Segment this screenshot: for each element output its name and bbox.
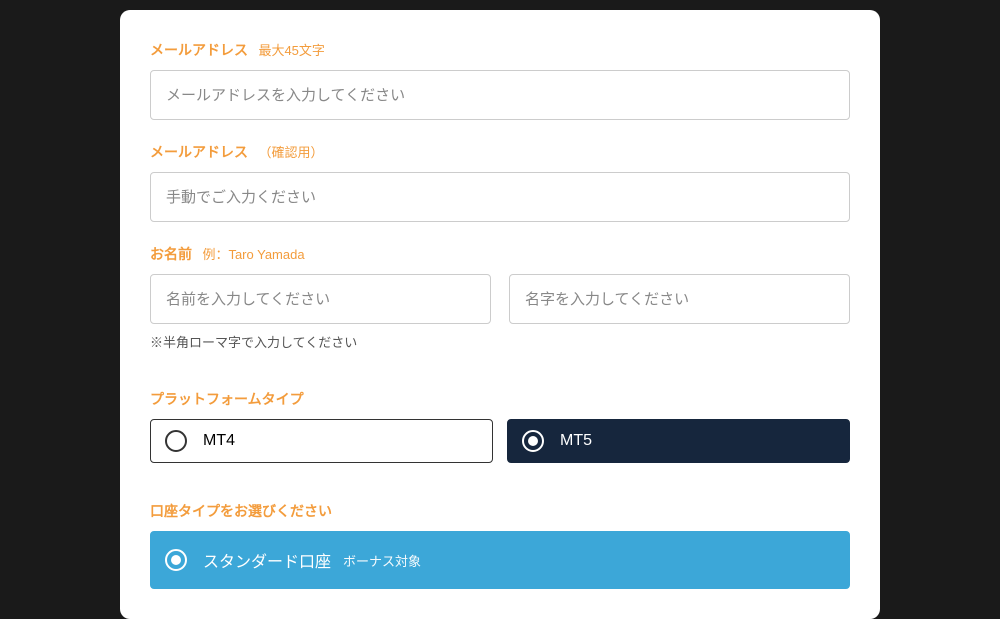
account-type-label: 口座タイプをお選びください bbox=[150, 503, 332, 519]
email-field-group: メールアドレス 最大45文字 bbox=[150, 40, 850, 120]
email-confirm-label-row: メールアドレス （確認用） bbox=[150, 142, 850, 162]
last-name-input[interactable] bbox=[509, 274, 850, 324]
radio-icon bbox=[165, 430, 187, 452]
name-label: お名前 bbox=[150, 246, 192, 262]
platform-option-label: MT5 bbox=[560, 432, 592, 450]
account-option-sub: ボーナス対象 bbox=[343, 551, 421, 570]
name-label-row: お名前 例：Taro Yamada bbox=[150, 244, 850, 264]
email-label: メールアドレス bbox=[150, 42, 248, 58]
platform-label-row: プラットフォームタイプ bbox=[150, 389, 850, 409]
email-confirm-label: メールアドレス bbox=[150, 144, 248, 160]
email-confirm-field-group: メールアドレス （確認用） bbox=[150, 142, 850, 222]
account-option-label: スタンダード口座 bbox=[203, 548, 331, 572]
first-name-input[interactable] bbox=[150, 274, 491, 324]
email-confirm-input[interactable] bbox=[150, 172, 850, 222]
platform-label: プラットフォームタイプ bbox=[150, 391, 304, 407]
email-input[interactable] bbox=[150, 70, 850, 120]
account-type-field-group: 口座タイプをお選びください スタンダード口座 ボーナス対象 bbox=[150, 501, 850, 589]
radio-icon bbox=[165, 549, 187, 571]
account-type-radio-row: スタンダード口座 ボーナス対象 bbox=[150, 531, 850, 589]
platform-option-mt5[interactable]: MT5 bbox=[507, 419, 850, 463]
account-type-label-row: 口座タイプをお選びください bbox=[150, 501, 850, 521]
registration-form-card: メールアドレス 最大45文字 メールアドレス （確認用） お名前 例：Taro … bbox=[120, 10, 880, 619]
radio-icon bbox=[522, 430, 544, 452]
platform-radio-row: MT4 MT5 bbox=[150, 419, 850, 463]
email-hint: 最大45文字 bbox=[258, 43, 324, 58]
account-option-standard[interactable]: スタンダード口座 ボーナス対象 bbox=[150, 531, 850, 589]
platform-field-group: プラットフォームタイプ MT4 MT5 bbox=[150, 389, 850, 463]
email-confirm-hint: （確認用） bbox=[258, 145, 323, 160]
name-field-group: お名前 例：Taro Yamada ※半角ローマ字で入力してください bbox=[150, 244, 850, 351]
platform-option-label: MT4 bbox=[203, 432, 235, 450]
name-inputs-row bbox=[150, 274, 850, 324]
platform-option-mt4[interactable]: MT4 bbox=[150, 419, 493, 463]
email-label-row: メールアドレス 最大45文字 bbox=[150, 40, 850, 60]
name-hint: 例：Taro Yamada bbox=[202, 247, 304, 262]
name-helper-text: ※半角ローマ字で入力してください bbox=[150, 332, 850, 351]
